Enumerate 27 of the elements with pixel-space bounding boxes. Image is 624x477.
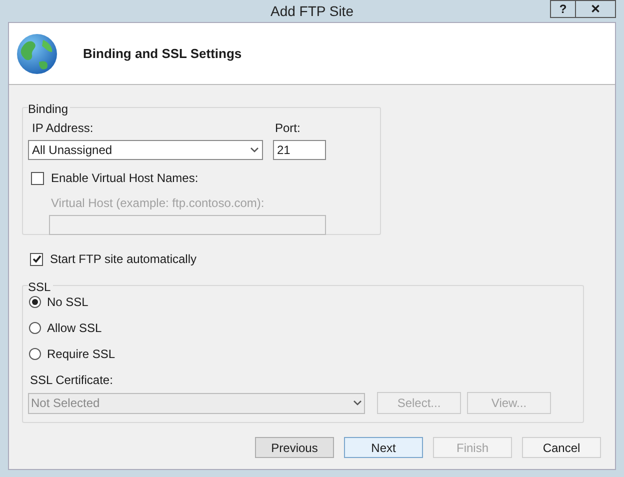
checkbox[interactable] (30, 252, 43, 266)
field-label: IP Address: (31, 120, 94, 137)
close-button[interactable]: ✕ (576, 0, 616, 18)
radio-label: Require SSL (47, 346, 116, 363)
dialog-button[interactable]: Next (344, 437, 423, 458)
page-heading: Binding and SSL Settings (83, 44, 242, 63)
help-button[interactable]: ? (550, 0, 576, 18)
ip-address-dropdown[interactable]: All Unassigned (28, 140, 263, 160)
dialog-button[interactable]: Cancel (522, 437, 601, 458)
window-title: Add FTP Site (270, 2, 354, 20)
dialog-button[interactable]: Previous (255, 437, 334, 458)
port-field[interactable]: 21 (273, 140, 326, 160)
radio-button[interactable] (29, 348, 41, 360)
virtual-host-field[interactable] (49, 215, 326, 235)
radio-label: Allow SSL (47, 320, 102, 337)
checkbox-label: Enable Virtual Host Names: (51, 170, 198, 187)
checkbox[interactable] (31, 172, 44, 184)
checkbox-label: Start FTP site automatically (50, 251, 196, 268)
field-label: Port: (274, 120, 302, 137)
field-label: SSL Certificate: (30, 372, 114, 389)
field-label: Virtual Host (example: ftp.contoso.com): (50, 195, 266, 212)
radio-label: No SSL (47, 294, 88, 311)
radio-button[interactable] (29, 322, 41, 334)
radio-button[interactable] (29, 296, 41, 308)
caret-icon (250, 147, 259, 153)
caret-icon (353, 400, 362, 406)
globe-icon (15, 32, 59, 76)
